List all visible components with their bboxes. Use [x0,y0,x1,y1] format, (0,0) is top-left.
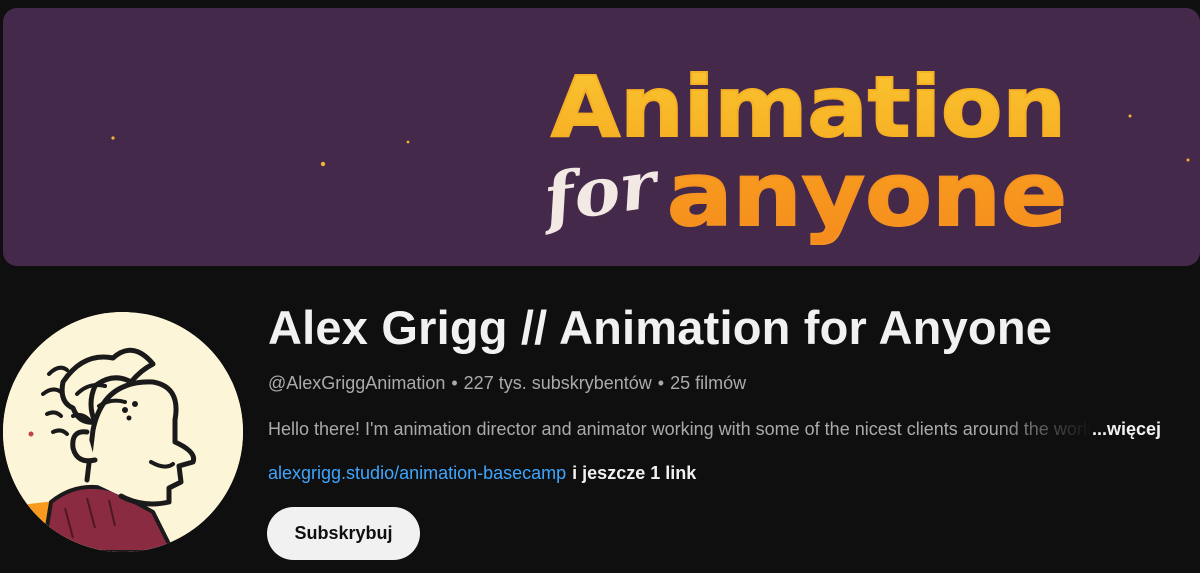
channel-meta: @AlexGriggAnimation • 227 tys. subskrybent… [268,373,746,394]
channel-title: Alex Grigg // Animation for Anyone [268,301,1053,354]
meta-separator: • [451,373,458,393]
avatar-illustration [3,312,243,552]
star-dot [406,140,410,144]
logo-line1: Animation [551,58,1066,156]
meta-separator: • [657,373,665,393]
subscriber-count: 227 tys. subskrybentów [463,373,652,393]
channel-handle: @AlexGriggAnimation [268,373,446,393]
banner-art: Animation for anyone [111,57,1190,247]
avatar[interactable] [3,312,243,552]
star-dot [1128,114,1132,118]
logo-for: for [535,144,665,238]
channel-link[interactable]: alexgrigg.studio/animation-basecamp [268,463,566,483]
star-dot [1186,158,1190,162]
star-dot [320,161,326,167]
logo-line2: anyone [667,143,1067,246]
star-dot [111,136,115,140]
subscribe-button[interactable]: Subskrybuj [267,507,420,560]
more-button[interactable]: ...więcej [1092,419,1161,439]
video-count: 25 filmów [670,373,747,393]
channel-banner: Animation for anyone [3,8,1200,266]
description-text: Hello there! I'm animation director and … [268,419,1092,439]
channel-description[interactable]: Hello there! I'm animation director and … [268,419,1173,440]
channel-links: alexgrigg.studio/animation-basecamp i jes… [268,463,696,484]
more-links-button[interactable]: i jeszcze 1 link [572,463,696,483]
